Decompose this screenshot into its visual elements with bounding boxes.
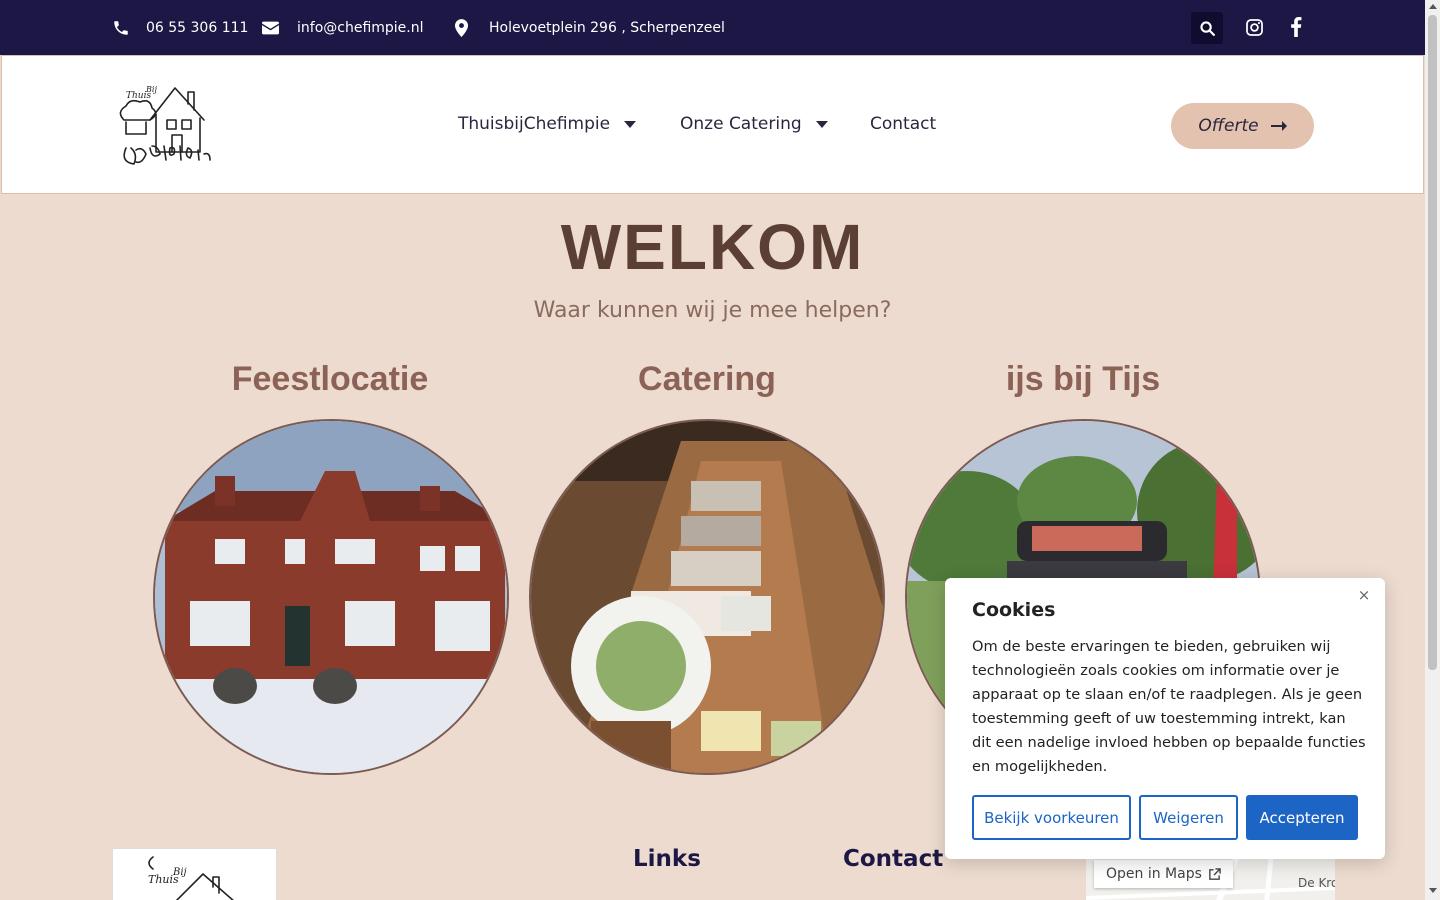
search-icon bbox=[1199, 20, 1215, 36]
house-chef-logo-icon: Thuis Bij bbox=[148, 856, 234, 900]
phone-contact[interactable]: 06 55 306 111 bbox=[112, 0, 248, 55]
address-text: Holevoetplein 296 , Scherpenzeel bbox=[489, 19, 725, 36]
facebook-link[interactable] bbox=[1285, 16, 1307, 38]
nav-thuisbijchefimpie[interactable]: ThuisbijChefimpie bbox=[458, 114, 637, 134]
map-pin-icon bbox=[455, 18, 468, 37]
facebook-icon bbox=[1291, 17, 1302, 37]
scrollbar-thumb[interactable] bbox=[1428, 15, 1437, 670]
page-subtitle: Waar kunnen wij je mee helpen? bbox=[533, 298, 892, 323]
arrow-right-icon bbox=[1270, 121, 1287, 131]
offerte-label: Offerte bbox=[1198, 116, 1259, 136]
house-chef-logo-icon: Thuis Bij bbox=[119, 85, 211, 165]
page-title: WELKOM bbox=[560, 211, 865, 283]
card-title-catering[interactable]: Catering bbox=[527, 360, 887, 399]
open-in-maps-button[interactable]: Open in Maps bbox=[1094, 860, 1233, 888]
nav-onze-catering[interactable]: Onze Catering bbox=[680, 114, 828, 134]
address-contact[interactable]: Holevoetplein 296 , Scherpenzeel bbox=[455, 0, 725, 55]
svg-text:Bij: Bij bbox=[145, 85, 157, 94]
footer-links-heading: Links bbox=[633, 846, 701, 872]
top-bar: 06 55 306 111 info@chefimpie.nl Holevoet… bbox=[0, 0, 1425, 55]
location-map[interactable]: De Kro Open in Maps bbox=[1086, 858, 1335, 900]
phone-number: 06 55 306 111 bbox=[146, 19, 249, 36]
nav-label: Contact bbox=[870, 114, 937, 134]
view-preferences-button[interactable]: Bekijk voorkeuren bbox=[972, 795, 1131, 840]
map-label: De Kro bbox=[1298, 876, 1335, 890]
open-in-maps-label: Open in Maps bbox=[1106, 866, 1202, 882]
caret-down-icon bbox=[815, 120, 828, 128]
nav-contact[interactable]: Contact bbox=[870, 114, 936, 134]
external-link-icon bbox=[1209, 867, 1221, 880]
footer-contact-heading: Contact bbox=[843, 846, 944, 872]
email-contact[interactable]: info@chefimpie.nl bbox=[262, 0, 424, 55]
footer-logo[interactable]: Thuis Bij bbox=[112, 848, 277, 900]
card-title-ijs[interactable]: ijs bij Tijs bbox=[903, 360, 1263, 399]
cookie-body: Om de beste ervaringen te bieden, gebrui… bbox=[972, 638, 1366, 775]
chefimpie-logo[interactable]: Thuis Bij bbox=[112, 80, 222, 175]
cookie-consent-dialog: Cookies × Om de beste ervaringen te bied… bbox=[945, 578, 1385, 859]
nav-label: Onze Catering bbox=[680, 114, 802, 134]
email-address: info@chefimpie.nl bbox=[297, 19, 424, 36]
catering-image[interactable] bbox=[529, 419, 885, 775]
nav-label: ThuisbijChefimpie bbox=[458, 114, 611, 134]
cookie-title: Cookies bbox=[972, 599, 1056, 621]
buffet-photo bbox=[531, 421, 883, 773]
card-title-feestlocatie[interactable]: Feestlocatie bbox=[150, 360, 510, 399]
svg-text:Bij: Bij bbox=[172, 867, 187, 878]
offerte-button[interactable]: Offerte bbox=[1171, 103, 1314, 149]
site-header: Thuis Bij ThuisbijChefimpie Onze Caterin… bbox=[1, 55, 1424, 194]
accept-button[interactable]: Accepteren bbox=[1246, 795, 1358, 840]
instagram-link[interactable] bbox=[1243, 16, 1265, 38]
brick-house-photo bbox=[155, 421, 507, 773]
close-icon[interactable]: × bbox=[1357, 588, 1371, 603]
page-scrollbar[interactable] bbox=[1425, 0, 1440, 900]
envelope-icon bbox=[262, 21, 279, 34]
phone-icon bbox=[114, 20, 128, 35]
feestlocatie-image[interactable] bbox=[153, 419, 509, 775]
search-button[interactable] bbox=[1191, 12, 1223, 44]
scroll-up-icon[interactable] bbox=[1429, 4, 1437, 9]
scroll-down-icon[interactable] bbox=[1429, 888, 1437, 893]
deny-button[interactable]: Weigeren bbox=[1139, 795, 1238, 840]
caret-down-icon bbox=[624, 120, 637, 128]
instagram-icon bbox=[1245, 18, 1263, 36]
